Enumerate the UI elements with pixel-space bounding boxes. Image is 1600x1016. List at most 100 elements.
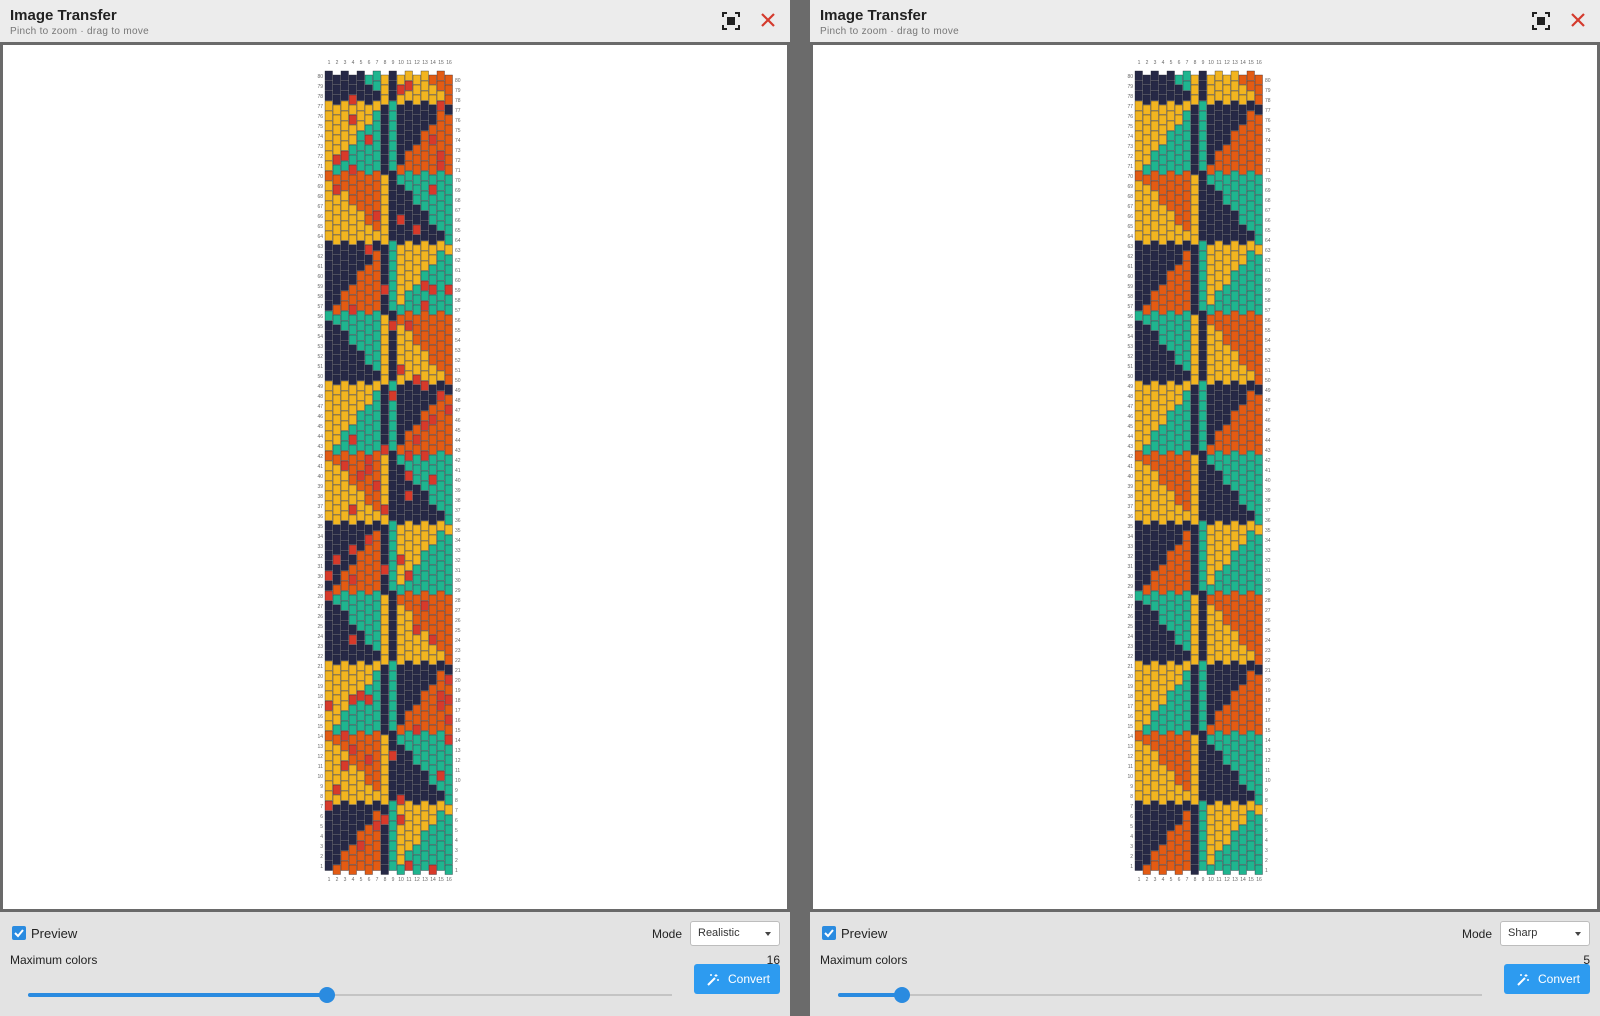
row-number: 62 [317, 254, 323, 260]
max-colors-slider[interactable] [28, 987, 672, 1003]
bead-cell [1206, 84, 1215, 95]
slider-thumb[interactable] [319, 987, 336, 1003]
bead-cell [380, 804, 389, 815]
bead-cell [1142, 144, 1151, 155]
fit-screen-icon[interactable] [721, 11, 741, 31]
bead-cell [428, 554, 437, 565]
bead-cell [1182, 410, 1191, 421]
bead-cell [444, 864, 453, 875]
bead-cell [420, 300, 429, 311]
bead-cell [1174, 244, 1183, 255]
row-number: 59 [1265, 288, 1271, 294]
bead-cell [1134, 600, 1143, 611]
bead-cell [444, 804, 453, 815]
bead-cell [428, 164, 437, 175]
bead-cell [1142, 724, 1151, 735]
bead-cell [1182, 480, 1191, 491]
bead-cell [436, 500, 445, 511]
bead-cell [340, 530, 349, 541]
bead-cell [428, 474, 437, 485]
bead-cell [1206, 174, 1215, 185]
mode-select[interactable]: Sharp [1500, 921, 1590, 946]
bead-cell [388, 160, 397, 171]
bead-cell [404, 800, 413, 811]
bead-cell [1254, 104, 1263, 115]
bead-cell [404, 130, 413, 141]
bead-cell [1222, 104, 1231, 115]
bead-cell [1134, 370, 1143, 381]
bead-cell [444, 754, 453, 765]
bead-cell [324, 230, 333, 241]
bead-cell [380, 774, 389, 785]
bead-cell [348, 504, 357, 515]
bead-cell [1246, 560, 1255, 571]
bead-cell [388, 620, 397, 631]
slider-thumb[interactable] [894, 987, 911, 1003]
pattern-canvas[interactable]: 1 1 2 2 3 3 4 4 5 5 6 6 7 7 8 8 9 9 10 10 11 11 12 12 13 13 14 14 15… [810, 42, 1600, 912]
close-icon[interactable] [1568, 10, 1588, 30]
bead-cell [404, 180, 413, 191]
row-number: 73 [1265, 148, 1271, 154]
bead-cell [1230, 610, 1239, 621]
mode-select[interactable]: Realistic [690, 921, 780, 946]
bead-cell [1142, 354, 1151, 365]
row-number: 9 [1265, 788, 1268, 794]
fit-screen-icon[interactable] [1531, 11, 1551, 31]
bead-cell [388, 850, 397, 861]
bead-cell [412, 74, 421, 85]
bead-cell [388, 410, 397, 421]
preview-checkbox[interactable] [822, 926, 836, 940]
bead-cell [340, 710, 349, 721]
convert-button[interactable]: Convert [694, 964, 780, 994]
bead-cell [1230, 490, 1239, 501]
bead-cell [1150, 190, 1159, 201]
row-number: 79 [455, 88, 461, 94]
bead-cell [332, 384, 341, 395]
bead-cell [356, 190, 365, 201]
bead-cell [1246, 830, 1255, 841]
preview-checkbox[interactable] [12, 926, 26, 940]
mode-label: Mode [1461, 927, 1492, 941]
bead-cell [388, 760, 397, 771]
bead-cell [372, 560, 381, 571]
close-icon[interactable] [758, 10, 778, 30]
bead-cell [444, 614, 453, 625]
bead-cell [1166, 350, 1175, 361]
bead-cell [340, 110, 349, 121]
bead-cell [1206, 684, 1215, 695]
bead-cell [436, 720, 445, 731]
bead-cell [1166, 680, 1175, 691]
bead-cell [380, 424, 389, 435]
bead-cell [1182, 90, 1191, 101]
bead-cell [420, 700, 429, 711]
bead-cell [1230, 80, 1239, 91]
bead-cell [1190, 654, 1199, 665]
bead-cell [1254, 334, 1263, 345]
max-colors-slider[interactable] [838, 987, 1482, 1003]
pattern-canvas[interactable]: 1 1 2 2 3 3 4 4 5 5 6 6 7 7 8 8 9 9 10 10 11 11 12 12 13 13 14 14 15… [0, 42, 790, 912]
bead-cell [372, 570, 381, 581]
bead-cell [1246, 170, 1255, 181]
bead-cell [1238, 624, 1247, 635]
bead-cell [1222, 234, 1231, 245]
bead-cell [1238, 704, 1247, 715]
bead-cell [1142, 814, 1151, 825]
bead-cell [340, 440, 349, 451]
bead-cell [372, 490, 381, 501]
bead-cell [1158, 164, 1167, 175]
row-number: 31 [455, 568, 461, 574]
bead-cell [388, 430, 397, 441]
convert-button[interactable]: Convert [1504, 964, 1590, 994]
bead-cell [380, 524, 389, 535]
row-number: 49 [455, 388, 461, 394]
bead-cell [340, 560, 349, 571]
bead-cell [332, 304, 341, 315]
row-number: 75 [1127, 124, 1133, 130]
bead-cell [364, 484, 373, 495]
bead-cell [1198, 830, 1207, 841]
bead-cell [1222, 824, 1231, 835]
bead-cell [1158, 524, 1167, 535]
bead-cell [1190, 754, 1199, 765]
bead-cell [428, 714, 437, 725]
row-number: 38 [1265, 498, 1271, 504]
